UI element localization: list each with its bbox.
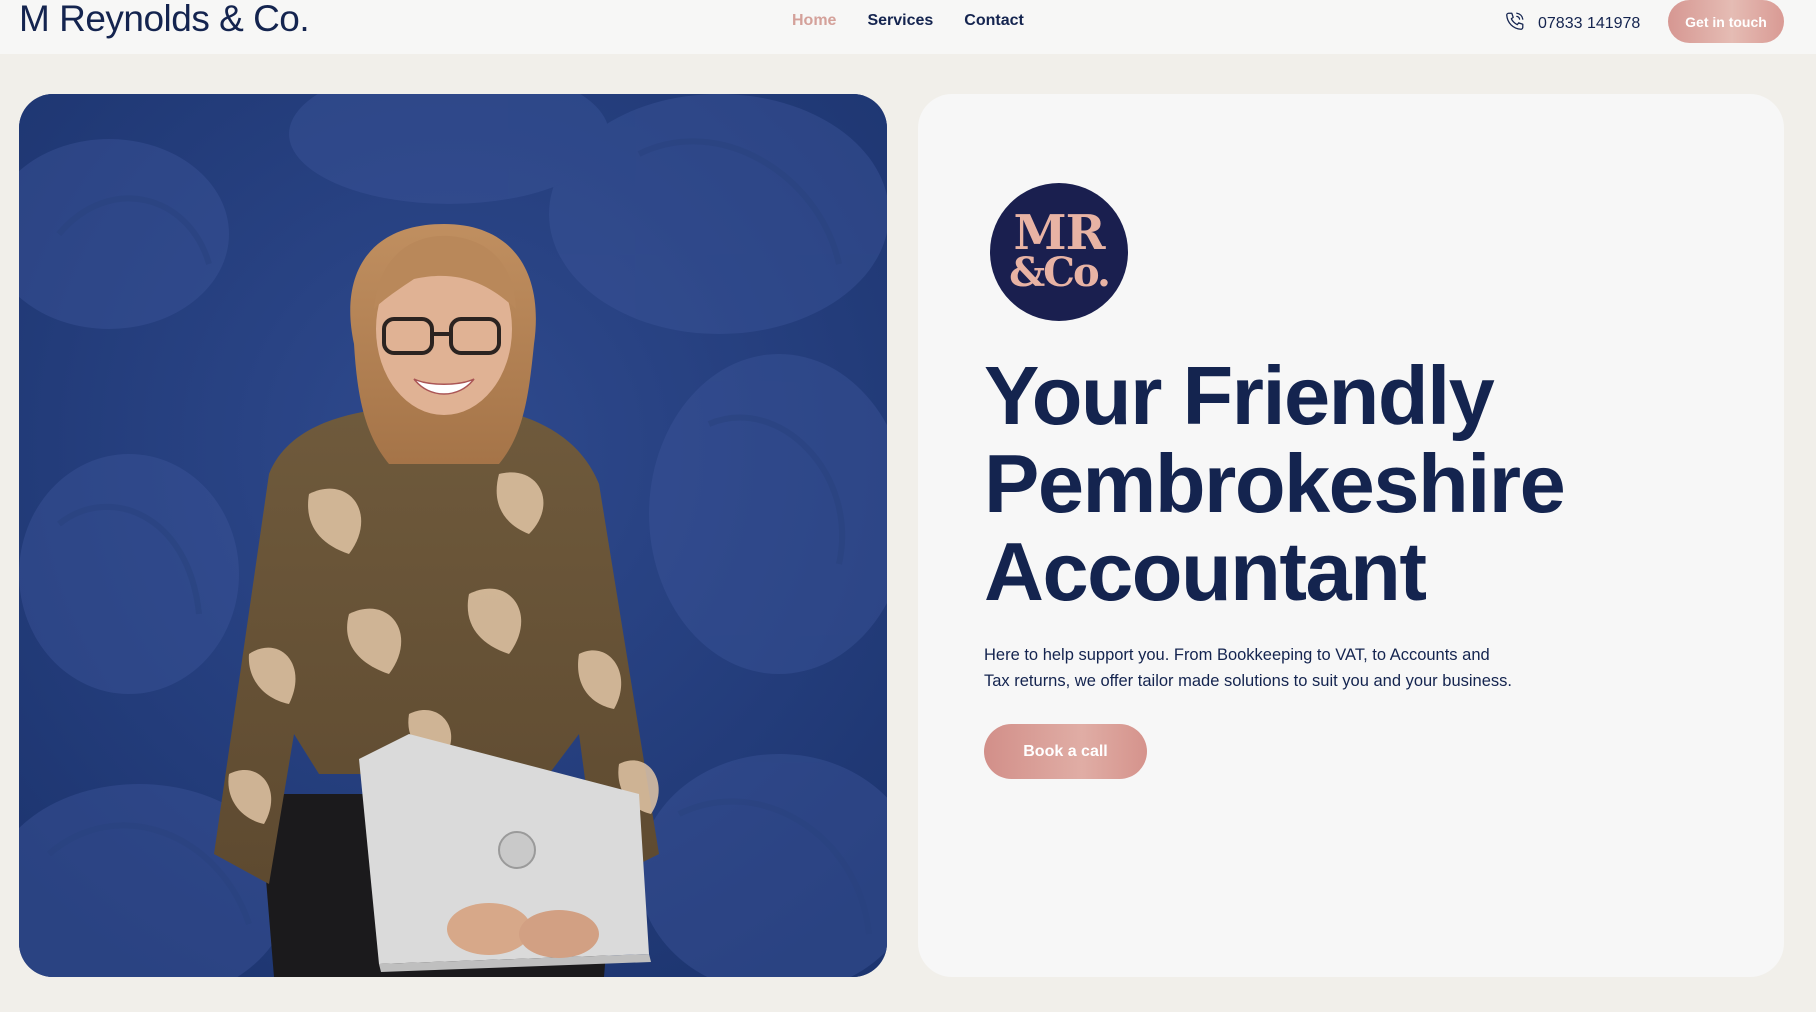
book-a-call-button[interactable]: Book a call (984, 724, 1147, 779)
phone-icon (1504, 10, 1526, 37)
headline-line-1: Your Friendly (984, 349, 1495, 442)
headline-line-2: Pembrokeshire (984, 437, 1566, 530)
hero-intro-text: Here to help support you. From Bookkeepi… (984, 642, 1544, 694)
brand-logo-text[interactable]: M Reynolds & Co. (19, 0, 310, 42)
mr-co-logo: MR &Co. (990, 183, 1128, 321)
get-in-touch-button[interactable]: Get in touch (1668, 0, 1784, 43)
nav-home-link[interactable]: Home (792, 11, 836, 31)
logo-line-2: &Co. (1009, 249, 1111, 296)
intro-line-2: Tax returns, we offer tailor made soluti… (984, 672, 1512, 690)
intro-line-1: Here to help support you. From Bookkeepi… (984, 646, 1490, 664)
site-header: M Reynolds & Co. Home Services Contact 0… (0, 0, 1816, 54)
phone-number: 07833 141978 (1538, 14, 1641, 32)
logo-line-1: MR (1013, 205, 1105, 261)
nav-contact-link[interactable]: Contact (964, 11, 1024, 31)
headline-line-3: Accountant (984, 525, 1427, 618)
main-nav: Home Services Contact (792, 11, 1024, 31)
hero-portrait-image (19, 94, 887, 977)
hero-headline: Your Friendly Pembrokeshire Accountant (984, 352, 1744, 616)
nav-services-link[interactable]: Services (867, 11, 933, 31)
phone-link[interactable]: 07833 141978 (1504, 10, 1640, 37)
hero-content-card: MR &Co. Your Friendly Pembrokeshire Acco… (918, 94, 1784, 977)
